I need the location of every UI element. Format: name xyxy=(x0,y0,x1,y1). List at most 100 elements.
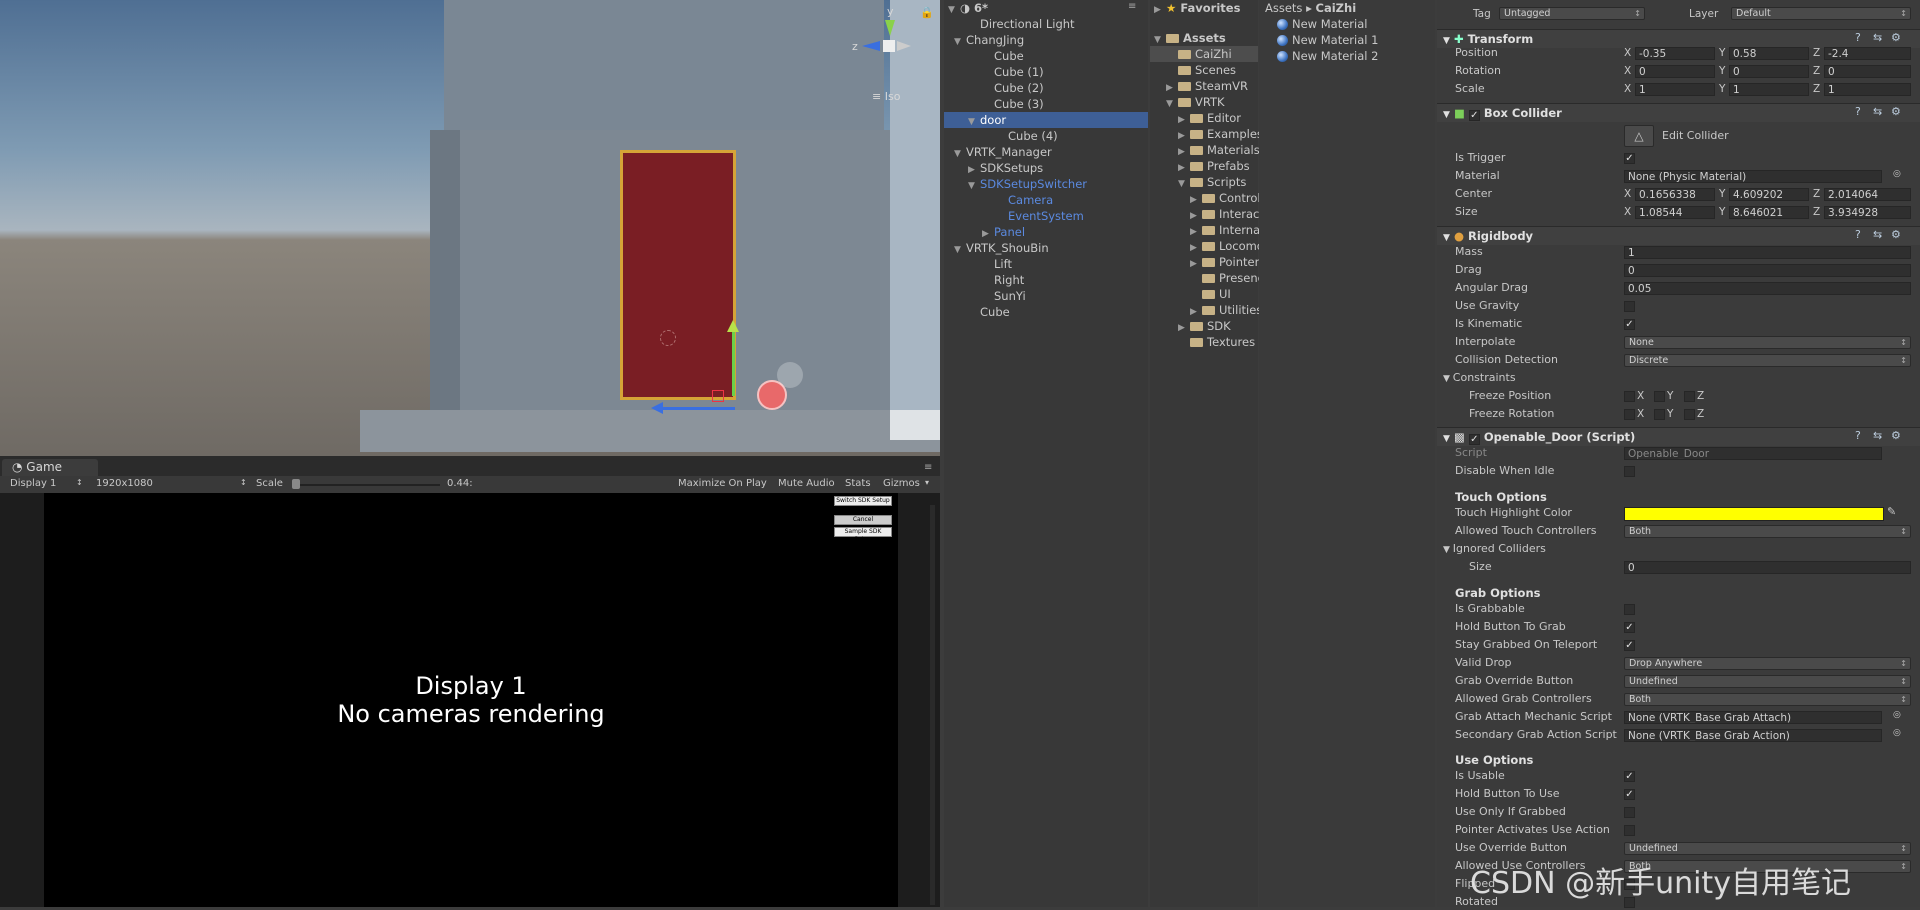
object-picker-icon[interactable]: ◎ xyxy=(1893,169,1901,179)
transform-x-field[interactable]: 0 xyxy=(1635,65,1715,78)
door-object[interactable] xyxy=(620,150,736,400)
preset-icon[interactable]: ⇆ xyxy=(1873,228,1882,241)
is-kinematic-checkbox[interactable]: ✓ xyxy=(1624,319,1635,330)
assets-header[interactable]: ▼ Assets xyxy=(1150,30,1258,46)
freeze-rot-z-checkbox[interactable] xyxy=(1684,409,1695,420)
freeze-pos-y-checkbox[interactable] xyxy=(1654,391,1665,402)
move-gizmo-x[interactable] xyxy=(660,407,735,410)
angular-drag-field[interactable]: 0.05 xyxy=(1624,282,1911,295)
material-asset[interactable]: New Material 2 xyxy=(1277,48,1378,64)
folder-item[interactable]: ▶ Locomotion xyxy=(1150,238,1286,254)
folder-item[interactable]: ▶ Editor xyxy=(1150,110,1258,126)
secondary-grab-field[interactable]: None (VRTK_Base Grab Action) xyxy=(1624,729,1882,742)
freeze-rot-x-checkbox[interactable] xyxy=(1624,409,1635,420)
use-only-grabbed-checkbox[interactable] xyxy=(1624,807,1635,818)
material-asset[interactable]: New Material 1 xyxy=(1277,32,1378,48)
help-icon[interactable]: ? xyxy=(1855,31,1861,44)
transform-z-field[interactable]: -2.4 xyxy=(1824,47,1911,60)
hierarchy-item[interactable]: ▶ SDKSetups xyxy=(944,160,1148,176)
preset-icon[interactable]: ⇆ xyxy=(1873,429,1882,442)
use-override-dropdown[interactable]: Undefined xyxy=(1624,842,1911,855)
is-trigger-checkbox[interactable]: ✓ xyxy=(1624,153,1635,164)
folder-item[interactable]: Scenes xyxy=(1150,62,1258,78)
stay-grabbed-checkbox[interactable]: ✓ xyxy=(1624,640,1635,651)
material-asset[interactable]: New Material xyxy=(1277,16,1367,32)
size-y-field[interactable]: 8.646021 xyxy=(1729,206,1809,219)
transform-y-field[interactable]: 0 xyxy=(1729,65,1809,78)
highlight-color-swatch[interactable] xyxy=(1624,507,1884,521)
hierarchy-item[interactable]: ▼ door xyxy=(944,112,1148,128)
folder-item[interactable]: ▼ Scripts xyxy=(1150,174,1258,190)
settings-gear-icon[interactable]: ⚙ xyxy=(1891,105,1901,118)
edit-collider-button[interactable]: △ xyxy=(1624,125,1654,147)
hold-use-checkbox[interactable]: ✓ xyxy=(1624,789,1635,800)
box-collider-enabled-checkbox[interactable]: ✓ xyxy=(1468,110,1480,121)
gizmos-dropdown[interactable]: Gizmos xyxy=(883,478,920,489)
hierarchy-item[interactable]: ▼ ChangJing xyxy=(944,32,1148,48)
hierarchy-item[interactable]: ▼ VRTK_ShouBin xyxy=(944,240,1148,256)
ignored-colliders-foldout[interactable]: ▼ Ignored Colliders xyxy=(1443,541,1546,557)
allowed-touch-dropdown[interactable]: Both xyxy=(1624,525,1911,538)
hierarchy-item[interactable]: Cube (1) xyxy=(944,64,1148,80)
box-collider-header[interactable]: ▼ ■ ✓ Box Collider xyxy=(1437,103,1920,122)
maximize-on-play-toggle[interactable]: Maximize On Play xyxy=(678,478,767,489)
secondary-grab-picker-icon[interactable]: ◎ xyxy=(1893,728,1901,738)
help-icon[interactable]: ? xyxy=(1855,105,1861,118)
folder-item[interactable]: ▼ VRTK xyxy=(1150,94,1258,110)
is-grabbable-checkbox[interactable] xyxy=(1624,604,1635,615)
grab-attach-picker-icon[interactable]: ◎ xyxy=(1893,710,1901,720)
folder-item[interactable]: ▶ Prefabs xyxy=(1150,158,1258,174)
constraints-foldout[interactable]: ▼ Constraints xyxy=(1443,370,1516,386)
switch-sdk-button[interactable]: Switch SDK Setup xyxy=(834,496,892,506)
transform-z-field[interactable]: 0 xyxy=(1824,65,1911,78)
cancel-button[interactable]: Cancel xyxy=(834,515,892,525)
folder-item[interactable]: ▶ Interactions xyxy=(1150,206,1287,222)
projection-label[interactable]: ≡ Iso xyxy=(872,90,900,103)
allowed-grab-dropdown[interactable]: Both xyxy=(1624,693,1911,706)
panel-menu-icon[interactable]: ≡ xyxy=(924,462,932,473)
settings-gear-icon[interactable]: ⚙ xyxy=(1891,31,1901,44)
size-x-field[interactable]: 1.08544 xyxy=(1635,206,1715,219)
ignored-size-field[interactable]: 0 xyxy=(1624,561,1911,574)
rigidbody-header[interactable]: ▼ ● Rigidbody xyxy=(1437,226,1920,245)
hierarchy-item[interactable]: EventSystem xyxy=(944,208,1148,224)
scene-view[interactable]: y z ≡ Iso 🔒 xyxy=(0,0,940,456)
folder-item[interactable]: ▶ Pointers xyxy=(1150,254,1265,270)
lock-icon[interactable]: 🔒 xyxy=(920,6,934,19)
sample-sdk-button[interactable]: Sample SDK Setup xyxy=(834,527,892,543)
transform-x-field[interactable]: -0.35 xyxy=(1635,47,1715,60)
folder-item[interactable]: UI xyxy=(1150,286,1258,302)
help-icon[interactable]: ? xyxy=(1855,429,1861,442)
collision-detection-dropdown[interactable]: Discrete xyxy=(1624,354,1911,367)
freeze-rot-y-checkbox[interactable] xyxy=(1654,409,1665,420)
scale-slider[interactable] xyxy=(292,484,440,486)
breadcrumb-current[interactable]: CaiZhi xyxy=(1316,1,1357,15)
folder-item[interactable]: ▶ Internal xyxy=(1150,222,1263,238)
move-gizmo-y[interactable] xyxy=(732,326,735,396)
hierarchy-item[interactable]: Directional Light xyxy=(944,16,1148,32)
use-gravity-checkbox[interactable] xyxy=(1624,301,1635,312)
tab-game[interactable]: ◔ Game xyxy=(2,459,98,476)
folder-item[interactable]: ▶ SDK xyxy=(1150,318,1258,334)
folder-item[interactable]: ▶ Examples xyxy=(1150,126,1263,142)
settings-gear-icon[interactable]: ⚙ xyxy=(1891,429,1901,442)
orientation-gizmo[interactable] xyxy=(883,40,895,52)
mass-field[interactable]: 1 xyxy=(1624,246,1911,259)
valid-drop-dropdown[interactable]: Drop Anywhere xyxy=(1624,657,1911,670)
hierarchy-item[interactable]: Cube xyxy=(944,48,1148,64)
center-z-field[interactable]: 2.014064 xyxy=(1824,188,1911,201)
interpolate-dropdown[interactable]: None xyxy=(1624,336,1911,349)
tag-dropdown[interactable]: Untagged xyxy=(1499,7,1645,20)
mute-audio-toggle[interactable]: Mute Audio xyxy=(778,478,835,489)
eyedropper-icon[interactable]: ✎ xyxy=(1887,505,1896,518)
game-scrollbar[interactable] xyxy=(930,505,935,905)
hierarchy-item[interactable]: ▼ VRTK_Manager xyxy=(944,144,1148,160)
hierarchy-item[interactable]: SunYi xyxy=(944,288,1148,304)
folder-item[interactable]: ▶ Controls xyxy=(1150,190,1267,206)
transform-x-field[interactable]: 1 xyxy=(1635,83,1715,96)
folder-item[interactable]: Presence xyxy=(1150,270,1271,286)
help-icon[interactable]: ? xyxy=(1855,228,1861,241)
material-field[interactable]: None (Physic Material) xyxy=(1624,170,1882,183)
hierarchy-item[interactable]: Cube (2) xyxy=(944,80,1148,96)
hierarchy-item[interactable]: Lift xyxy=(944,256,1148,272)
